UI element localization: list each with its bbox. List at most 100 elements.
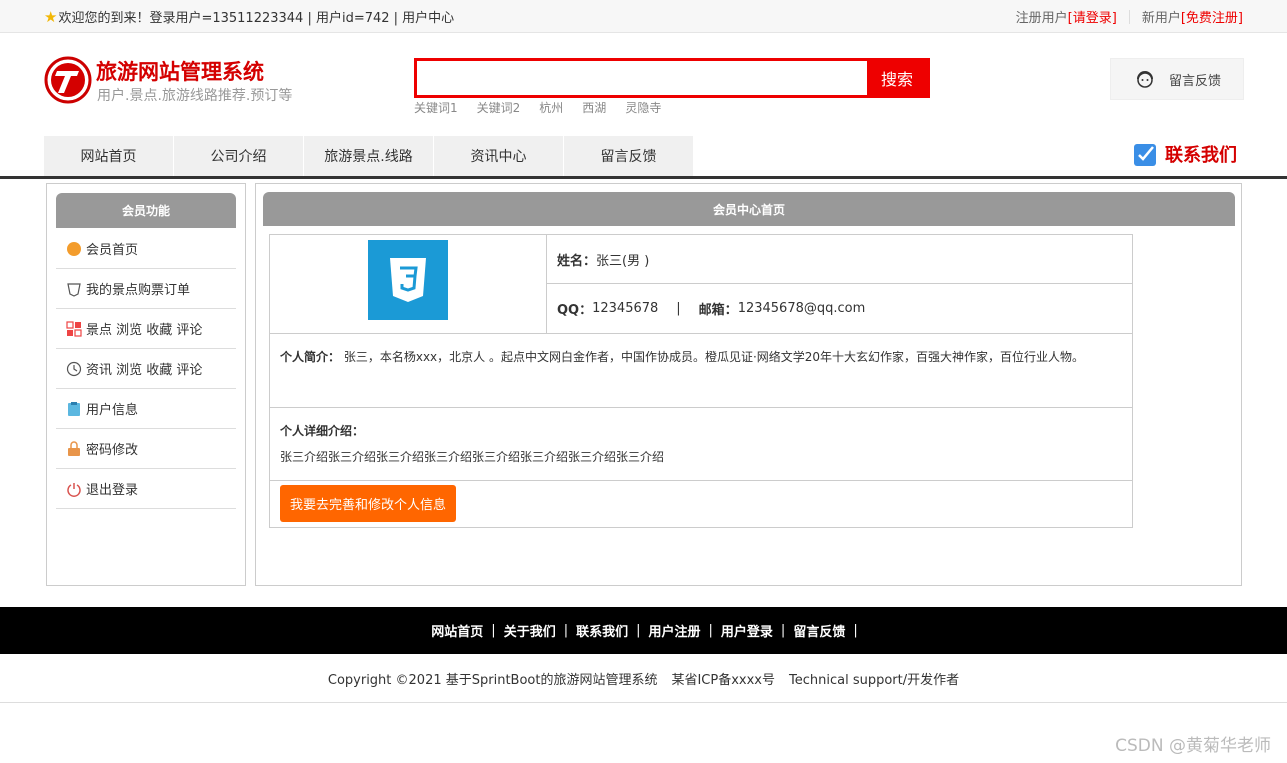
top-bar: ★ 欢迎您的到来！登录用户=13511223344 | 用户id=742 | 用… — [0, 0, 1287, 33]
search-input[interactable] — [417, 61, 867, 95]
login-link[interactable]: [请登录] — [1068, 7, 1117, 26]
footer-separator: | — [780, 623, 786, 638]
nav-item-attractions[interactable]: 旅游景点.线路 — [304, 136, 434, 176]
nav-divider — [0, 176, 1287, 179]
footer-separator: | — [491, 623, 496, 638]
sidebar-item-news[interactable]: 资讯 浏览 收藏 评论 — [56, 349, 236, 389]
contact-us-label: 联系我们 — [1165, 145, 1237, 166]
detail-label: 个人详细介绍： — [280, 424, 365, 438]
sidebar-item-logout[interactable]: 退出登录 — [56, 469, 236, 509]
account-links: 注册用户 [请登录] 新用户 [免费注册] — [1016, 7, 1243, 26]
sidebar-item-label: 密码修改 — [86, 443, 139, 458]
sidebar-item-label: 会员首页 — [86, 243, 139, 258]
member-center-panel: 会员中心首页 姓名： 张三(男 ) QQ： 12345678 | 邮箱： 123… — [255, 183, 1242, 586]
footer-link-feedback[interactable]: 留言反馈 — [793, 621, 845, 640]
bio-value: 张三，本名杨xxx，北京人 。起点中文网白金作者，中国作协成员。橙瓜见证·网络文… — [343, 350, 1085, 364]
bio-section: 个人简介： 张三，本名杨xxx，北京人 。起点中文网白金作者，中国作协成员。橙瓜… — [270, 334, 1132, 408]
sidebar-item-label: 景点 浏览 收藏 评论 — [86, 323, 203, 338]
sidebar-item-label: 用户信息 — [86, 403, 139, 418]
bio-label: 个人简介： — [280, 350, 341, 364]
footer-separator: | — [853, 623, 858, 638]
divider: | — [676, 301, 681, 316]
avatar — [368, 240, 448, 320]
email-label: 邮箱： — [698, 303, 738, 318]
welcome-text: 欢迎您的到来！登录用户=13511223344 | 用户id=742 | 用户中… — [58, 11, 455, 26]
qq-value: 12345678 — [592, 301, 659, 316]
search-box: 搜索 — [414, 58, 930, 98]
sidebar-item-label: 退出登录 — [86, 483, 139, 498]
sidebar-title: 会员功能 — [56, 193, 236, 228]
nav-item-home[interactable]: 网站首页 — [44, 136, 174, 176]
power-icon — [66, 481, 82, 497]
icp-text: 某省ICP备xxxx号 — [671, 672, 775, 688]
footer-link-home[interactable]: 网站首页 — [431, 621, 483, 640]
tag-icon — [66, 281, 82, 297]
edit-profile-button[interactable]: 我要去完善和修改个人信息 — [280, 485, 457, 522]
email-value: 12345678@qq.com — [737, 301, 866, 316]
name-label: 姓名： — [557, 253, 597, 269]
footer-nav: 网站首页 | 关于我们 | 联系我们 | 用户注册 | 用户登录 | 留言反馈 … — [0, 607, 1287, 654]
nav-item-company[interactable]: 公司介绍 — [174, 136, 304, 176]
star-icon: ★ — [44, 7, 58, 26]
footer-link-contact[interactable]: 联系我们 — [576, 621, 628, 640]
feedback-label: 留言反馈 — [1168, 73, 1221, 89]
footer-separator: | — [708, 623, 713, 638]
avatar-cell — [270, 235, 547, 333]
keyword-link[interactable]: 杭州 — [539, 99, 563, 116]
copyright-bar: Copyright ©2021 基于SprintBoot的旅游网站管理系统 某省… — [0, 654, 1287, 703]
keyword-link[interactable]: 关键词2 — [477, 99, 521, 116]
main-nav: 网站首页 公司介绍 旅游景点.线路 资讯中心 留言反馈 — [44, 136, 694, 176]
footer-link-register[interactable]: 用户注册 — [649, 621, 701, 640]
contact-row: QQ： 12345678 | 邮箱： 12345678@qq.com — [547, 284, 1132, 333]
sidebar-item-user-info[interactable]: 用户信息 — [56, 389, 236, 429]
divider — [1128, 9, 1130, 24]
site-title[interactable]: 旅游网站管理系统 — [96, 56, 264, 86]
headset-icon — [1136, 71, 1153, 88]
name-value: 张三(男 ) — [596, 253, 650, 269]
welcome-bar: ★ 欢迎您的到来！登录用户=13511223344 | 用户id=742 | 用… — [44, 7, 455, 27]
feedback-button[interactable]: 留言反馈 — [1110, 58, 1244, 100]
name-row: 姓名： 张三(男 ) — [547, 235, 1132, 284]
sidebar-item-attractions[interactable]: 景点 浏览 收藏 评论 — [56, 309, 236, 349]
sidebar-item-label: 资讯 浏览 收藏 评论 — [86, 363, 203, 378]
sidebar-menu: 会员首页 我的景点购票订单 景点 浏览 收藏 评论 资讯 浏览 收藏 评论 用户… — [56, 229, 236, 509]
css3-logo-icon — [390, 258, 426, 302]
footer-separator: | — [636, 623, 641, 638]
watermark: CSDN @黄菊华老师 — [1115, 736, 1271, 756]
keyword-link[interactable]: 关键词1 — [414, 99, 458, 116]
detail-value: 张三介绍张三介绍张三介绍张三介绍张三介绍张三介绍张三介绍张三介绍 — [280, 450, 665, 464]
edit-icon — [1134, 144, 1156, 166]
footer-link-about[interactable]: 关于我们 — [504, 621, 556, 640]
contact-us-link[interactable]: 联系我们 — [1133, 141, 1237, 167]
site-subtitle: 用户.景点.旅游线路推荐.预订等 — [97, 88, 293, 104]
sidebar-item-password[interactable]: 密码修改 — [56, 429, 236, 469]
basic-info-cell: 姓名： 张三(男 ) QQ： 12345678 | 邮箱： 12345678@q… — [547, 235, 1132, 333]
nav-item-news[interactable]: 资讯中心 — [434, 136, 564, 176]
sidebar-item-label: 我的景点购票订单 — [86, 283, 191, 298]
footer-link-login[interactable]: 用户登录 — [721, 621, 773, 640]
new-user-label: 新用户 — [1141, 11, 1181, 26]
sidebar-item-orders[interactable]: 我的景点购票订单 — [56, 269, 236, 309]
sidebar-item-member-home[interactable]: 会员首页 — [56, 229, 236, 269]
lock-icon — [66, 440, 82, 457]
sidebar: 会员功能 会员首页 我的景点购票订单 景点 浏览 收藏 评论 资讯 浏览 收藏 … — [46, 183, 246, 586]
logo-icon[interactable] — [44, 56, 92, 104]
home-icon — [66, 241, 82, 257]
qq-label: QQ： — [557, 303, 593, 318]
hot-keywords: 关键词1 关键词2 杭州 西湖 灵隐寺 — [414, 99, 661, 116]
grid-icon — [66, 320, 82, 337]
panel-title: 会员中心首页 — [263, 192, 1235, 226]
detail-section: 个人详细介绍： 张三介绍张三介绍张三介绍张三介绍张三介绍张三介绍张三介绍张三介绍 — [270, 408, 1132, 481]
clipboard-icon — [66, 401, 82, 417]
action-row: 我要去完善和修改个人信息 — [270, 481, 1132, 527]
register-label: 注册用户 — [1015, 11, 1068, 26]
search-button[interactable]: 搜索 — [867, 61, 927, 95]
copyright-text: Copyright ©2021 基于SprintBoot的旅游网站管理系统 — [327, 672, 658, 688]
nav-item-feedback[interactable]: 留言反馈 — [564, 136, 694, 176]
footer-separator: | — [563, 623, 569, 638]
signup-link[interactable]: [免费注册] — [1181, 7, 1243, 26]
clock-icon — [66, 361, 82, 377]
profile-header-row: 姓名： 张三(男 ) QQ： 12345678 | 邮箱： 12345678@q… — [270, 235, 1132, 334]
keyword-link[interactable]: 灵隐寺 — [625, 99, 661, 116]
keyword-link[interactable]: 西湖 — [582, 99, 606, 116]
